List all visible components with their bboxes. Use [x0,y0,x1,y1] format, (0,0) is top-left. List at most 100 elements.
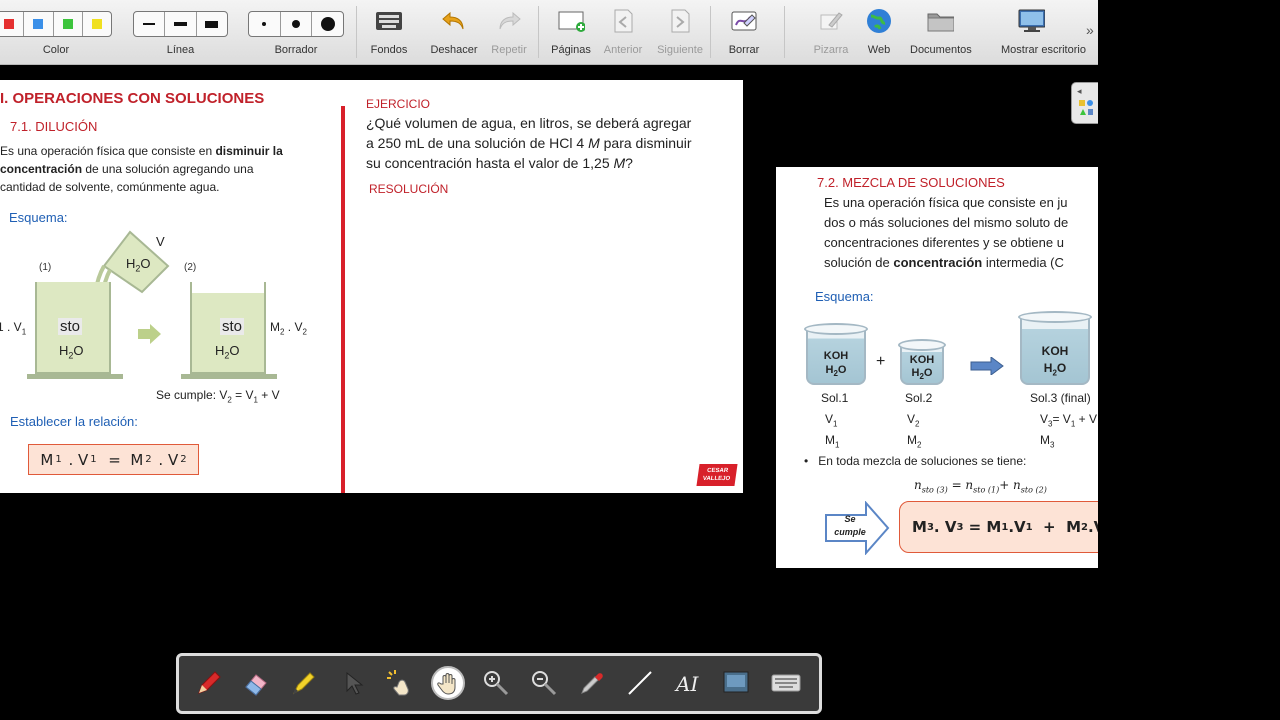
paginas-button[interactable]: Páginas [541,0,601,65]
sol-1-label: Sol.1 [821,391,849,405]
fondos-label: Fondos [370,44,408,56]
section-title: I. OPERACIONES CON SOLUCIONES [0,90,265,107]
keyboard-icon[interactable] [769,666,803,700]
sol-3-label: Sol.3 (final) [1030,391,1091,405]
m1v1-label: 1 . V1 [0,320,27,337]
web-label: Web [867,44,891,56]
zoom-out-icon[interactable] [527,666,561,700]
step-1-label: (1) [39,262,52,273]
undo-button[interactable]: Deshacer [424,0,484,65]
show-desktop-button[interactable]: Mostrar escritorio [1001,0,1086,65]
mixture-bullet: • En toda mezcla de soluciones se tiene: [804,454,1027,468]
next-label: Siguiente [657,44,703,56]
text-icon[interactable]: AI [671,666,705,700]
eraser-label: Borrador [274,44,318,56]
more-chevron-icon[interactable]: » [1086,22,1094,38]
arrow-right-icon [970,357,1004,375]
monitor-icon [1017,8,1045,34]
clear-label: Borrar [728,44,760,56]
screen-icon[interactable] [719,666,753,700]
show-desktop-label: Mostrar escritorio [1001,44,1086,56]
step-2-label: (2) [184,262,197,273]
eraser-medium[interactable] [281,12,313,36]
collapse-arrow-icon: ◂ [1077,86,1082,96]
dilution-subtitle: 7.1. DILUCIÓN [10,119,98,134]
beaker-2-base [181,374,277,379]
beaker-sol-2: KOH H2O [898,339,946,385]
color-green[interactable] [54,12,83,36]
dilution-formula-box: M1 . V1 = M2 . V2 [28,444,199,475]
fondos-button[interactable]: Fondos [359,0,419,65]
slide-divider [341,106,345,493]
left-slide: I. OPERACIONES CON SOLUCIONES 7.1. DILUC… [0,80,743,493]
folder-icon [926,8,954,34]
sol-3-values: V3= V1 + V M3 [1040,412,1097,450]
line-thin[interactable] [134,12,166,36]
eraser-group[interactable]: Borrador [248,0,344,65]
color-red[interactable] [0,12,25,36]
pen-icon[interactable] [191,666,225,700]
line-medium[interactable] [165,12,197,36]
eraser-large[interactable] [312,12,343,36]
line-thick[interactable] [197,12,227,36]
line-group[interactable]: Línea [133,0,228,65]
shapes-icon [1079,100,1093,115]
documentos-button[interactable]: Documentos [910,0,972,65]
add-page-icon [557,8,585,34]
next-page-button[interactable]: Siguiente [650,0,710,65]
paginas-label: Páginas [551,44,591,56]
cesar-vallejo-logo: CESAR VALLEJO [696,464,738,486]
highlighter-icon[interactable] [287,666,321,700]
beaker-sol-1: KOH H2O [804,323,868,385]
beaker-1-water: H2O [59,343,84,361]
se-cumple-relation: Se cumple: V2 = V1 + V [156,388,280,405]
documentos-label: Documentos [910,44,972,56]
color-yellow[interactable] [83,12,111,36]
clear-button[interactable]: Borrar [714,0,774,65]
plus-sign: + [876,353,886,370]
m2v2-label: M2 . V2 [270,320,307,337]
color-label: Color [42,44,70,56]
side-panel-handle[interactable]: ◂ [1071,82,1098,124]
keyboard-icon [375,8,403,34]
previous-page-button[interactable]: Anterior [593,0,653,65]
eraser-small[interactable] [249,12,281,36]
added-volume-label: V [156,234,165,249]
eyedropper-icon[interactable] [575,666,609,700]
arrow-right-icon [138,324,161,344]
mixture-subtitle: 7.2. MEZCLA DE SOLUCIONES [817,175,1005,190]
color-swatches[interactable] [0,11,112,37]
cursor-icon[interactable] [335,666,369,700]
zoom-in-icon[interactable] [479,666,513,700]
undo-icon [440,8,468,34]
eraser-icon[interactable] [239,666,273,700]
esquema-label: Esquema: [9,210,68,225]
establecer-label: Establecer la relación: [10,414,138,429]
ejercicio-label: EJERCICIO [366,97,431,111]
beaker-2-solute: sto [220,318,245,335]
line-icon[interactable] [623,666,657,700]
clear-icon [730,8,758,34]
sol-2-label: Sol.2 [905,391,933,405]
undo-label: Deshacer [430,44,478,56]
redo-button[interactable]: Repetir [479,0,539,65]
dilution-description: Es una operación física que consiste en … [0,144,283,194]
exercise-question: ¿Qué volumen de agua, en litros, se debe… [366,115,692,171]
right-slide: 7.2. MEZCLA DE SOLUCIONES Es una operaci… [776,167,1098,568]
se-cumple-text: Se cumple [834,514,866,537]
sol-1-values: V1 M1 [825,412,840,450]
beaker-2-water: H2O [215,343,240,361]
hand-icon[interactable] [431,666,465,700]
mixture-formula-box: M3. V3 = M1.V1 + M2.V2 [899,501,1098,553]
mixture-description: Es una operación física que consiste en … [824,195,1069,270]
redo-label: Repetir [491,44,527,56]
sol-2-values: V2 M2 [907,412,922,450]
web-button[interactable]: Web [849,0,909,65]
globe-icon [865,8,893,34]
main-toolbar: Color Línea Borrador Fondos Deshacer Rep… [0,0,1098,65]
magic-wand-icon[interactable] [383,666,417,700]
drawing-tool-bar: AI [176,653,822,714]
color-blue[interactable] [24,12,54,36]
line-label: Línea [166,44,195,56]
color-group[interactable]: Color [0,0,112,65]
